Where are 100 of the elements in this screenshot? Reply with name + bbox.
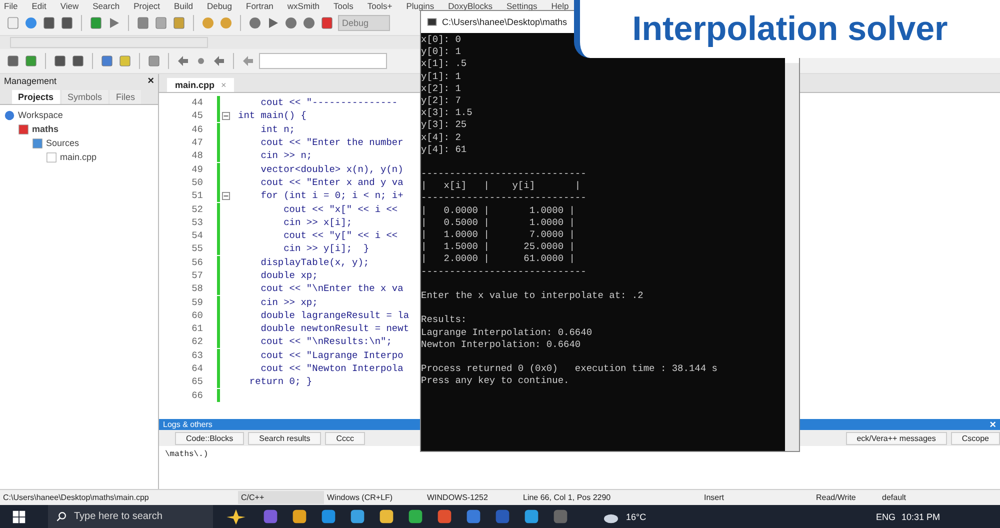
code-line: cin >> xp; [260, 296, 318, 308]
app-icon[interactable] [408, 509, 423, 524]
panel-tab[interactable]: Projects [12, 90, 60, 104]
code-line: return 0; } [248, 376, 312, 388]
menu-item[interactable]: Plugins [406, 0, 434, 10]
document-icon[interactable] [6, 16, 20, 30]
arrow-icon[interactable] [107, 16, 121, 30]
dropdown-field[interactable] [259, 53, 387, 69]
menu-item[interactable]: View [60, 0, 79, 10]
menu-item[interactable]: Debug [206, 0, 232, 10]
console-line: x[0]: 0 [421, 34, 461, 45]
menu-item[interactable]: wxSmith [287, 0, 320, 10]
menu-item[interactable]: Settings [506, 0, 538, 10]
app-icon[interactable] [292, 509, 307, 524]
code-line: cin >> n; [260, 150, 312, 162]
app-icon[interactable] [466, 509, 481, 524]
line-number: 55 [190, 243, 204, 254]
console-line: Lagrange Interpolation: 0.6640 [421, 326, 592, 338]
arrow-icon[interactable] [176, 54, 190, 68]
close-button[interactable]: × [148, 75, 154, 87]
app-icon[interactable] [437, 509, 452, 524]
log-tab[interactable]: Cccc [325, 432, 366, 444]
line-number: 60 [190, 310, 204, 321]
log-tab[interactable]: eck/Vera++ messages [846, 432, 947, 444]
menu-item[interactable]: DoxyBlocks [448, 0, 492, 10]
menu-item[interactable]: Search [92, 0, 120, 10]
status-field: default [879, 493, 945, 502]
app-icon[interactable] [350, 509, 365, 524]
windows-logo-icon[interactable] [12, 510, 26, 524]
clock[interactable]: 10:31 PM [901, 512, 940, 522]
temperature: 16°C [626, 512, 646, 522]
line-number: 57 [190, 270, 204, 281]
code-line: cout << "Enter x and y va [260, 176, 404, 188]
stop-icon[interactable] [320, 16, 334, 30]
app-icon[interactable] [321, 509, 336, 524]
console-line: ----------------------------- [421, 168, 586, 180]
log-tab[interactable]: Code::Blocks [175, 432, 244, 444]
arrow-icon[interactable] [212, 54, 226, 68]
console-line: x[2]: 1 [421, 82, 461, 94]
code-line: double xp; [260, 270, 318, 281]
code-line: double lagrangeResult = la [260, 310, 410, 321]
tree-item[interactable]: Workspace [18, 110, 63, 120]
console-line: y[2]: 7 [421, 94, 461, 106]
log-tab[interactable]: Search results [248, 432, 322, 444]
menu-item[interactable]: Help [551, 0, 569, 10]
globe-icon[interactable] [24, 16, 38, 30]
menu-item[interactable]: File [4, 0, 18, 10]
status-field: Read/Write [813, 493, 879, 502]
tree-item[interactable]: maths [32, 124, 59, 134]
menu-item[interactable]: Project [134, 0, 160, 10]
panel-tab[interactable]: Files [110, 90, 142, 104]
search-field[interactable]: Type here to search [48, 505, 213, 528]
window-title: C:\Users\hanee\Desktop\maths [442, 17, 568, 27]
tree-item[interactable]: Sources [46, 138, 80, 148]
line-number: 52 [190, 204, 204, 215]
menu-item[interactable]: Tools+ [367, 0, 392, 10]
dropdown-field[interactable] [10, 37, 208, 48]
menu-item[interactable]: Tools [334, 0, 354, 10]
app-icon[interactable] [524, 509, 539, 524]
square-icon[interactable] [100, 54, 114, 68]
menu-item[interactable]: Fortran [246, 0, 274, 10]
line-number: 58 [190, 283, 204, 294]
console-line: | 0.0000 | 1.0000 | [421, 204, 575, 216]
play-icon[interactable] [266, 16, 280, 30]
line-number: 56 [190, 256, 204, 268]
code-line: cin >> y[i]; } [282, 243, 370, 254]
code-line: displayTable(x, y); [260, 256, 370, 268]
line-number: 48 [190, 150, 204, 162]
console-line: Press any key to continue. [421, 375, 570, 386]
app-icon[interactable] [379, 509, 394, 524]
menu-item[interactable]: Build [174, 0, 193, 10]
console-line: | 2.0000 | 61.0000 | [421, 253, 575, 264]
line-number: 61 [190, 323, 204, 334]
code-line: cin >> x[i]; [282, 216, 352, 228]
log-tab[interactable]: Cscope [950, 432, 1000, 444]
tree-item[interactable]: main.cpp [60, 152, 97, 162]
search-icon [56, 511, 67, 522]
fold-toggle-icon[interactable] [222, 192, 230, 200]
console-line: ----------------------------- [421, 192, 586, 204]
line-number: 51 [190, 190, 204, 202]
scrollbar[interactable] [785, 63, 799, 451]
code-line: for (int i = 0; i < n; i+ [260, 190, 404, 202]
code-line: cout << "\nResults:\n"; [260, 336, 392, 348]
code-line: cout << "Lagrange Interpo [260, 350, 404, 361]
console-line: y[1]: 1 [421, 70, 461, 82]
line-number: 65 [190, 376, 204, 388]
language-indicator[interactable]: ENG [876, 512, 896, 522]
panel-tab[interactable]: Symbols [62, 90, 108, 104]
close-button[interactable]: × [990, 418, 996, 430]
menu-item[interactable]: Edit [32, 0, 46, 10]
panel-title: Logs & others [163, 420, 212, 429]
console-icon [427, 17, 437, 27]
status-field: Line 66, Col 1, Pos 2290 [520, 493, 701, 502]
file-tab[interactable]: main.cpp × [167, 78, 234, 92]
code-line: cout << "Enter the number [260, 137, 404, 148]
console-line: ----------------------------- [421, 266, 586, 277]
line-number: 44 [190, 97, 204, 108]
console-line: y[0]: 1 [421, 46, 461, 58]
fold-toggle-icon[interactable] [222, 112, 230, 120]
line-number: 62 [190, 336, 204, 348]
